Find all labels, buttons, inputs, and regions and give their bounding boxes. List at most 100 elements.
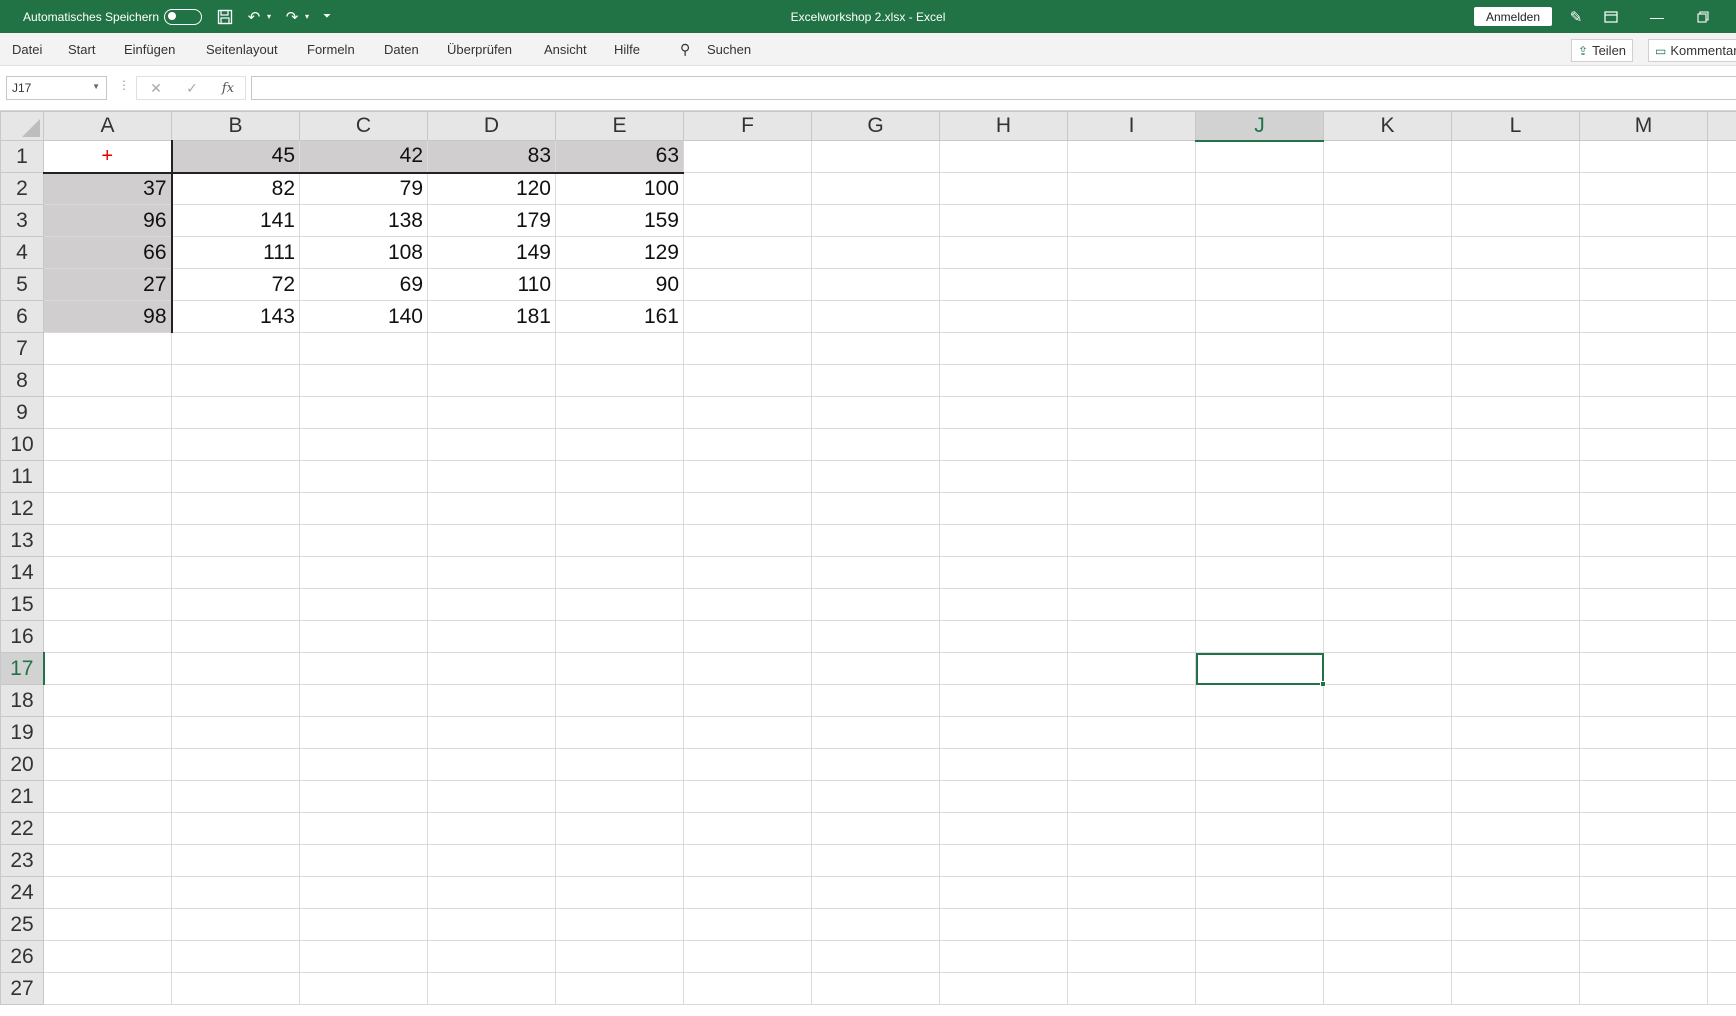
cell[interactable]	[811, 556, 940, 589]
cell[interactable]	[299, 428, 428, 461]
cell[interactable]: 149	[427, 236, 556, 269]
cell[interactable]	[299, 652, 428, 685]
cell[interactable]	[1323, 652, 1452, 685]
cell[interactable]	[1579, 204, 1708, 237]
column-header-b[interactable]: B	[171, 111, 300, 141]
cell[interactable]	[683, 268, 812, 301]
cell[interactable]	[171, 428, 300, 461]
cell[interactable]	[427, 844, 556, 877]
cell[interactable]	[1195, 556, 1324, 589]
cell[interactable]	[683, 556, 812, 589]
cell[interactable]	[1195, 748, 1324, 781]
row-header-16[interactable]: 16	[0, 620, 44, 653]
row-header-21[interactable]: 21	[0, 780, 44, 813]
search-label[interactable]: Suchen	[707, 33, 751, 66]
cell[interactable]	[1323, 844, 1452, 877]
cell[interactable]	[1323, 364, 1452, 397]
cell[interactable]: 159	[555, 204, 684, 237]
cell[interactable]	[1067, 268, 1196, 301]
cell[interactable]	[1579, 908, 1708, 941]
cell[interactable]: 72	[171, 268, 300, 301]
cell[interactable]	[939, 204, 1068, 237]
cell[interactable]	[1323, 460, 1452, 493]
cell[interactable]	[811, 140, 940, 173]
cell[interactable]	[1707, 236, 1736, 269]
cell[interactable]	[811, 652, 940, 685]
cell[interactable]	[811, 300, 940, 333]
undo-dropdown-icon[interactable]: ▾	[264, 0, 274, 33]
cell[interactable]	[555, 684, 684, 717]
cell[interactable]	[811, 460, 940, 493]
signin-button[interactable]: Anmelden	[1474, 7, 1552, 26]
cell[interactable]	[1195, 588, 1324, 621]
cell[interactable]: 98	[43, 300, 173, 333]
cell[interactable]: 108	[299, 236, 428, 269]
cell[interactable]	[939, 812, 1068, 845]
cell[interactable]	[1067, 332, 1196, 365]
cell[interactable]	[939, 940, 1068, 973]
cell[interactable]	[43, 652, 172, 685]
cell[interactable]	[555, 812, 684, 845]
cell[interactable]	[1195, 428, 1324, 461]
cell[interactable]	[43, 716, 172, 749]
cell[interactable]	[299, 972, 428, 1005]
cell[interactable]	[1067, 908, 1196, 941]
cell[interactable]: 161	[555, 300, 684, 333]
cell[interactable]	[171, 460, 300, 493]
cell[interactable]	[1067, 876, 1196, 909]
cell[interactable]	[427, 652, 556, 685]
cell[interactable]	[1323, 428, 1452, 461]
cell[interactable]	[171, 684, 300, 717]
restore-icon[interactable]	[1680, 0, 1726, 33]
row-header-5[interactable]: 5	[0, 268, 44, 301]
cell[interactable]	[43, 396, 172, 429]
cell[interactable]	[1067, 396, 1196, 429]
cell[interactable]	[1323, 876, 1452, 909]
cell[interactable]	[811, 364, 940, 397]
cell[interactable]	[683, 620, 812, 653]
cell[interactable]	[299, 908, 428, 941]
cell[interactable]	[1579, 940, 1708, 973]
cell[interactable]	[939, 780, 1068, 813]
cell[interactable]	[1579, 460, 1708, 493]
insert-function-icon[interactable]: fx	[217, 77, 239, 99]
cell[interactable]	[427, 396, 556, 429]
cell[interactable]	[555, 396, 684, 429]
cell[interactable]	[1451, 492, 1580, 525]
row-header-22[interactable]: 22	[0, 812, 44, 845]
cell[interactable]	[939, 364, 1068, 397]
cell[interactable]	[939, 588, 1068, 621]
cell[interactable]	[1579, 876, 1708, 909]
row-header-10[interactable]: 10	[0, 428, 44, 461]
cell[interactable]	[427, 428, 556, 461]
cell[interactable]	[1195, 300, 1324, 333]
cell[interactable]	[427, 716, 556, 749]
cell[interactable]	[171, 492, 300, 525]
cell[interactable]	[43, 684, 172, 717]
column-header-f[interactable]: F	[683, 111, 812, 141]
menu-item-datei[interactable]: Datei	[12, 33, 42, 66]
active-cell[interactable]	[1195, 652, 1324, 685]
cell[interactable]: +	[43, 140, 173, 174]
menu-item-seitenlayout[interactable]: Seitenlayout	[206, 33, 278, 66]
cell[interactable]: 83	[427, 140, 556, 174]
cell[interactable]	[299, 716, 428, 749]
cell[interactable]	[555, 876, 684, 909]
cell[interactable]	[555, 748, 684, 781]
cell[interactable]	[555, 460, 684, 493]
cell[interactable]	[939, 716, 1068, 749]
cell[interactable]	[1067, 780, 1196, 813]
cell[interactable]	[683, 460, 812, 493]
cell[interactable]	[1707, 268, 1736, 301]
cell[interactable]	[427, 684, 556, 717]
cell[interactable]	[811, 940, 940, 973]
cell[interactable]	[811, 268, 940, 301]
cell[interactable]: 181	[427, 300, 556, 333]
cell[interactable]	[683, 652, 812, 685]
cell[interactable]	[299, 620, 428, 653]
cell[interactable]	[171, 844, 300, 877]
cell[interactable]: 138	[299, 204, 428, 237]
cell[interactable]	[1707, 556, 1736, 589]
row-header-24[interactable]: 24	[0, 876, 44, 909]
cell[interactable]	[555, 652, 684, 685]
